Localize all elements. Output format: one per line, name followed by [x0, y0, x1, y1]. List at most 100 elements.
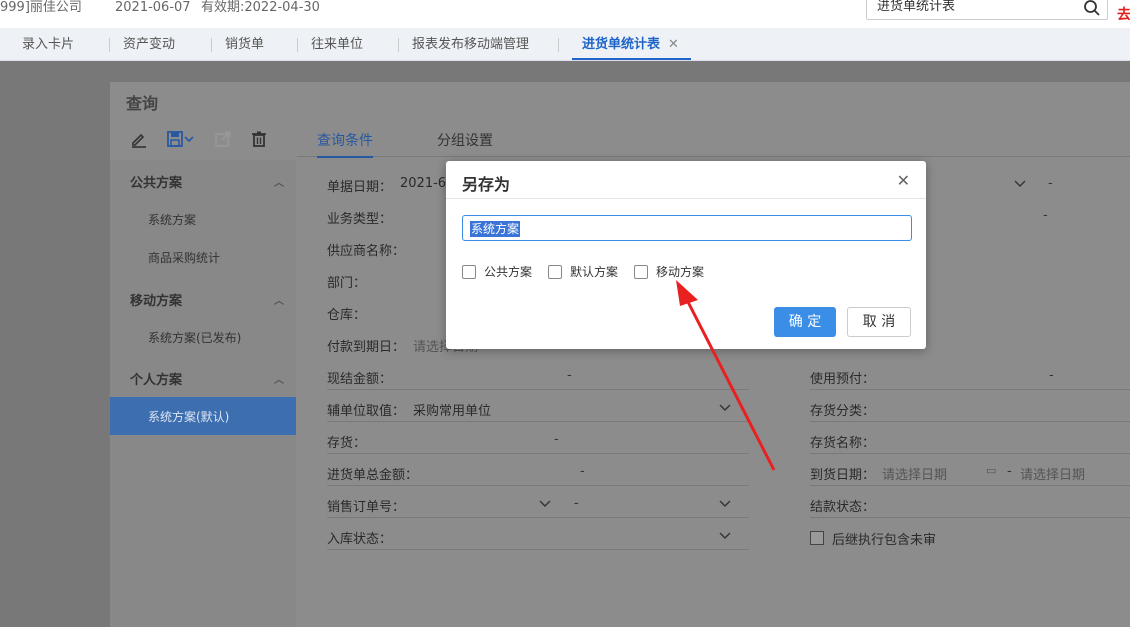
checkbox-mobile-label: 移动方案 — [656, 265, 705, 279]
label-biz-type: 业务类型： — [327, 212, 393, 227]
label-pay-due: 付款到期日： — [327, 340, 406, 355]
dialog-title: 另存为 — [462, 175, 511, 194]
checkbox-public[interactable] — [462, 265, 476, 279]
label-total: 进货单总金额： — [327, 468, 419, 483]
calendar-icon[interactable]: ▭ — [986, 464, 996, 477]
query-tabs: 查询条件 分组设置 — [297, 120, 1130, 158]
current-date: 2021-06-07 — [115, 0, 191, 15]
chevron-down-icon[interactable] — [1014, 179, 1026, 189]
divider — [810, 421, 1130, 422]
group-personal-label: 个人方案 — [130, 373, 183, 388]
search-box[interactable]: 进货单统计表 — [866, 0, 1108, 20]
arrive-date-start[interactable]: 请选择日期 — [882, 464, 947, 483]
export-icon[interactable] — [214, 130, 232, 148]
selected-text: 系统方案 — [470, 221, 521, 237]
chevron-down-icon[interactable] — [539, 499, 551, 509]
tab-group-settings[interactable]: 分组设置 — [437, 130, 493, 150]
scheme-name-input[interactable] — [462, 215, 912, 241]
divider — [327, 485, 749, 486]
save-icon[interactable] — [166, 130, 184, 148]
label-arrive-date: 到货日期： — [810, 468, 876, 483]
dash: - — [1007, 464, 1012, 479]
save-as-dialog: 另存为 ✕ 系统方案 公共方案 默认方案 移动方案 确 定 取 消 — [446, 161, 926, 349]
label-in-status: 入库状态： — [327, 532, 393, 547]
label-doc-date: 单据日期： — [327, 180, 393, 195]
divider — [327, 453, 749, 454]
label-cash: 现结金额： — [327, 372, 393, 387]
chevron-up-icon[interactable]: ︿ — [274, 371, 284, 386]
dialog-divider — [446, 198, 926, 199]
tab-entry-card[interactable]: 录入卡片 — [22, 29, 74, 60]
label-dept: 部门： — [327, 276, 367, 291]
tab-report-publish[interactable]: 报表发布移动端管理 — [397, 29, 529, 60]
close-icon[interactable]: ✕ — [897, 171, 910, 190]
scheme-item[interactable]: 系统方案(已发布) — [148, 329, 241, 346]
tab-asset-change[interactable]: 资产变动 — [108, 29, 175, 60]
dash: - — [567, 368, 572, 383]
group-personal[interactable]: 个人方案 ︿ — [130, 369, 284, 388]
scheme-sidebar: 公共方案 ︿ 系统方案 商品采购统计 移动方案 ︿ 系统方案(已发布) 个人方案 ︿ … — [110, 160, 296, 627]
cancel-button[interactable]: 取 消 — [847, 307, 911, 337]
chevron-down-icon[interactable] — [719, 403, 731, 413]
edit-icon[interactable] — [130, 130, 148, 148]
divider — [327, 549, 749, 550]
aux-unit-select[interactable]: 采购常用单位 — [413, 400, 491, 419]
group-mobile-label: 移动方案 — [130, 294, 183, 309]
label-settle-status: 结款状态： — [810, 500, 876, 515]
tab-contacts[interactable]: 往来单位 — [296, 29, 363, 60]
group-mobile[interactable]: 移动方案 ︿ — [130, 290, 284, 309]
panel-title: 查询 — [126, 94, 159, 113]
dash: - — [574, 496, 579, 511]
chevron-up-icon[interactable]: ︿ — [274, 292, 284, 307]
close-icon[interactable]: ✕ — [668, 37, 679, 52]
search-input[interactable]: 进货单统计表 — [877, 0, 955, 15]
red-link[interactable]: 去 — [1117, 4, 1130, 24]
dash: - — [1049, 368, 1054, 383]
tab-purchase-stats-label: 进货单统计表 — [582, 37, 661, 52]
divider — [327, 421, 749, 422]
dash: - — [580, 464, 585, 479]
label-stock: 存货： — [327, 436, 367, 451]
follow-checkbox[interactable] — [810, 531, 824, 545]
scheme-item[interactable]: 系统方案 — [148, 211, 196, 228]
top-bar: 999]丽佳公司 2021-06-07 有效期:2022-04-30 进货单统计… — [0, 0, 1130, 28]
checkbox-public-label: 公共方案 — [484, 265, 533, 279]
validity-date: 有效期:2022-04-30 — [201, 0, 320, 15]
chevron-down-icon[interactable] — [184, 130, 194, 148]
tab-query-conditions[interactable]: 查询条件 — [317, 130, 373, 158]
checkbox-mobile[interactable] — [634, 265, 648, 279]
page-tabs: 录入卡片 资产变动 销货单 往来单位 报表发布移动端管理 进货单统计表 ✕ — [0, 29, 1130, 61]
chevron-down-icon[interactable] — [719, 499, 731, 509]
checkbox-default[interactable] — [548, 265, 562, 279]
divider — [810, 517, 1130, 518]
checkbox-default-label: 默认方案 — [570, 265, 619, 279]
doc-date-value[interactable]: 2021-6- — [400, 176, 451, 191]
scheme-item-selected[interactable]: 系统方案(默认) — [110, 397, 296, 435]
label-supplier: 供应商名称： — [327, 244, 406, 259]
tab-sales-order[interactable]: 销货单 — [210, 29, 264, 60]
group-public[interactable]: 公共方案 ︿ — [130, 172, 284, 191]
label-stock-name: 存货名称： — [810, 436, 876, 451]
label-prepay: 使用预付： — [810, 372, 876, 387]
confirm-button[interactable]: 确 定 — [774, 307, 836, 337]
scheme-toolbar — [110, 120, 296, 160]
chevron-up-icon[interactable]: ︿ — [274, 174, 284, 189]
label-aux-unit: 辅单位取值： — [327, 404, 406, 419]
label-warehouse: 仓库： — [327, 308, 367, 323]
divider — [327, 389, 749, 390]
tab-purchase-stats[interactable]: 进货单统计表 ✕ — [558, 29, 691, 60]
group-public-label: 公共方案 — [130, 176, 183, 191]
follow-checkbox-label: 后继执行包含未审 — [832, 533, 937, 548]
divider — [810, 453, 1130, 454]
arrive-date-end[interactable]: 请选择日期 — [1020, 464, 1085, 483]
dash: - — [554, 432, 559, 447]
dash: - — [1043, 208, 1048, 223]
divider — [810, 485, 1130, 486]
scheme-item[interactable]: 商品采购统计 — [148, 249, 220, 266]
chevron-down-icon[interactable] — [719, 531, 731, 541]
scheme-item-selected-label: 系统方案(默认) — [148, 410, 230, 424]
divider — [327, 517, 749, 518]
search-icon[interactable] — [1083, 0, 1101, 17]
trash-icon[interactable] — [250, 130, 268, 148]
divider — [810, 389, 1130, 390]
